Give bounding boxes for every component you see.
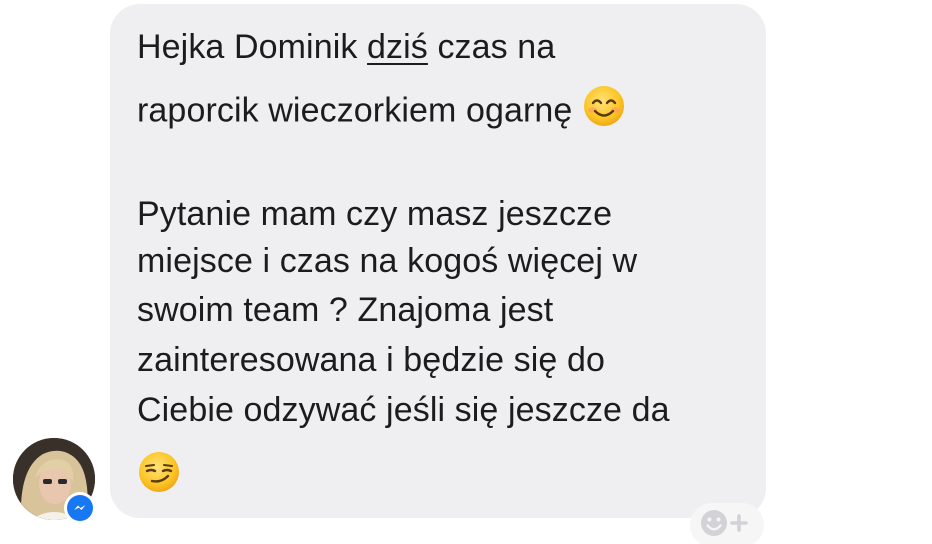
messenger-icon (67, 495, 93, 521)
underlined-word: dziś (367, 28, 428, 66)
message-text: czas na (427, 28, 556, 66)
message-line-4: miejsce i czas na kogoś więcej w (137, 242, 638, 280)
message-text: raporcik wieczorkiem ogarnę (137, 91, 582, 130)
message-text: Hejka Dominik (137, 28, 368, 66)
message-line-1: Hejka Dominik dziś czas na (137, 27, 555, 67)
message-line-7: Ciebie odzywać jeśli się jeszcze da (137, 391, 670, 429)
message-line-5: swoim team ? Znajoma jest (137, 291, 554, 329)
message-line-8 (137, 452, 181, 505)
message-line-2: raporcik wieczorkiem ogarnę (137, 86, 626, 139)
add-reaction-button[interactable] (690, 503, 764, 544)
message-line-6: zainteresowana i będzie się do (137, 341, 605, 379)
messenger-badge (64, 492, 96, 524)
chat-view: Hejka Dominik dziś czas na raporcik wiec… (0, 0, 932, 544)
message-line-3: Pytanie mam czy masz jeszcze (137, 195, 613, 233)
smirking-face-icon (137, 450, 181, 503)
smiling-face-icon (582, 84, 626, 137)
add-reaction-icon (700, 506, 754, 544)
